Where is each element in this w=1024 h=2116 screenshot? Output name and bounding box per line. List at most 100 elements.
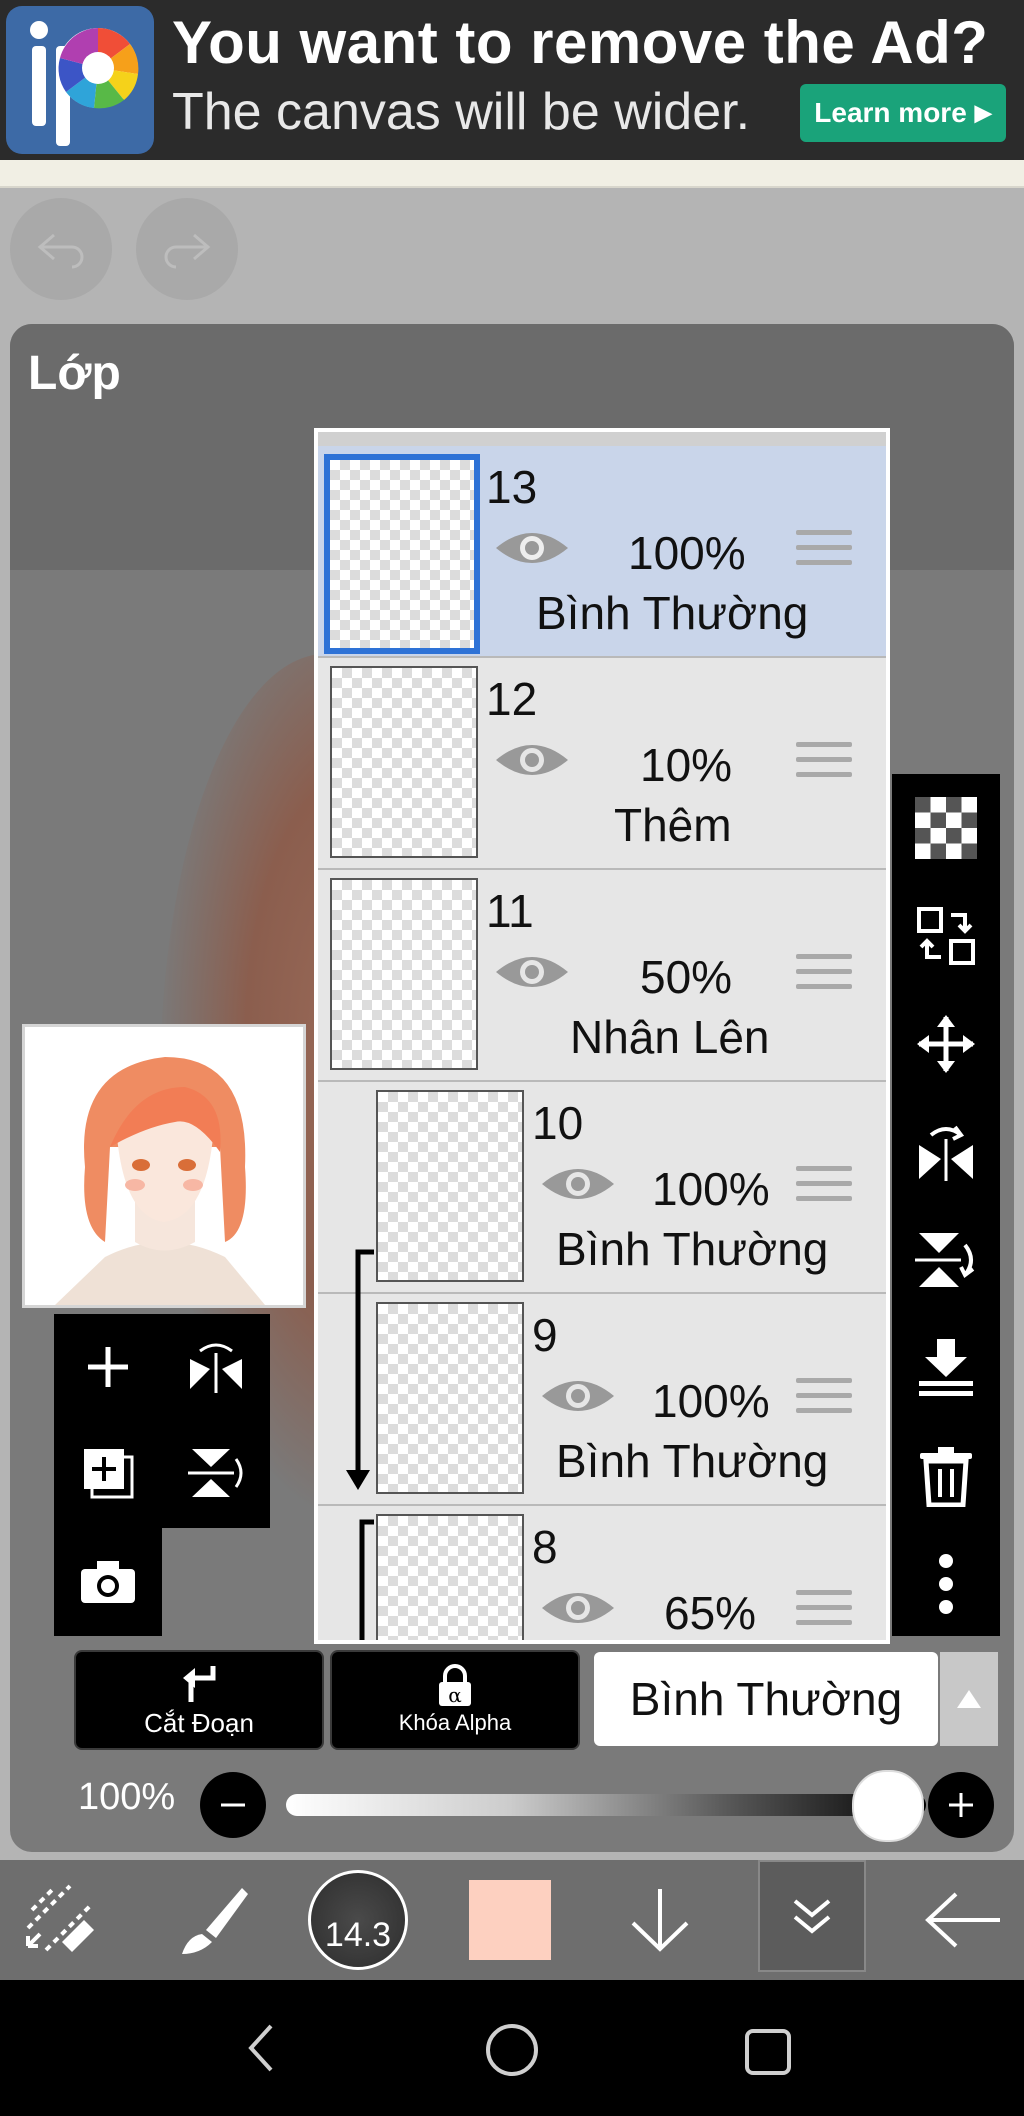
nav-recents-button[interactable] <box>736 2020 800 2084</box>
blend-mode-dropdown[interactable] <box>940 1652 998 1746</box>
layer-blend-mode: Bình Thường <box>556 1435 829 1487</box>
layer-row-10[interactable]: 10 100% Bình Thường <box>318 1082 886 1294</box>
import-photo-button[interactable] <box>54 1528 162 1636</box>
ad-subline: The canvas will be wider. <box>172 83 751 141</box>
clipping-button[interactable]: Cắt Đoạn <box>74 1650 324 1750</box>
eye-icon[interactable] <box>540 1374 616 1418</box>
drag-handle-icon[interactable] <box>796 530 852 575</box>
layer-opacity: 100% <box>652 1163 770 1215</box>
layer-thumbnail <box>330 878 478 1070</box>
flip-vertical-button[interactable] <box>162 1420 270 1526</box>
right-toolbar <box>892 774 1000 1636</box>
clip-icon <box>183 1665 216 1702</box>
layer-blend-mode: Thêm <box>614 799 732 851</box>
color-button[interactable] <box>448 1860 572 1980</box>
eye-icon[interactable] <box>540 1162 616 1206</box>
current-color-swatch <box>469 1880 551 1960</box>
brush-tool-button[interactable] <box>150 1860 274 1980</box>
layer-row-13[interactable]: 13 100% Bình Thường <box>318 446 886 658</box>
move-button[interactable] <box>892 990 1000 1098</box>
ad-banner[interactable]: You want to remove the Ad? The canvas wi… <box>0 0 1024 160</box>
layer-row-8[interactable]: 8 65% <box>318 1506 886 1640</box>
trash-icon <box>920 1447 972 1507</box>
drag-handle-icon[interactable] <box>796 742 852 787</box>
flip-horizontal-icon <box>190 1343 242 1393</box>
drag-handle-icon[interactable] <box>796 954 852 999</box>
merge-down-button[interactable] <box>892 1314 1000 1422</box>
layers-panel-button[interactable] <box>758 1860 866 1972</box>
lock-icon: α <box>439 1664 471 1707</box>
brush-size-value: 14.3 <box>324 1916 392 1954</box>
drag-handle-icon[interactable] <box>796 1166 852 1211</box>
select-transform-icon <box>26 1884 94 1952</box>
selection-tool-button[interactable] <box>0 1860 124 1980</box>
opacity-decrease-button[interactable] <box>200 1772 266 1838</box>
ad-divider <box>0 160 1024 188</box>
flip-horizontal-layer-button[interactable] <box>892 1098 1000 1206</box>
brush-size-indicator: 14.3 <box>308 1870 408 1970</box>
undo-icon <box>37 233 84 269</box>
layer-opacity-value: 100% <box>78 1776 176 1818</box>
arrow-left-icon <box>925 1892 1000 1948</box>
layer-thumbnail <box>330 666 478 858</box>
duplicate-layer-button[interactable] <box>54 1420 162 1526</box>
duplicate-layer-icon <box>84 1449 134 1499</box>
arrow-down-icon <box>631 1889 689 1952</box>
drag-handle-icon[interactable] <box>796 1590 852 1635</box>
plus-icon <box>949 1793 973 1817</box>
add-layer-button[interactable] <box>54 1314 162 1420</box>
opacity-slider[interactable] <box>286 1794 926 1816</box>
alpha-lock-label: Khóa Alpha <box>398 1710 512 1735</box>
layer-down-button[interactable] <box>598 1860 722 1980</box>
eye-icon[interactable] <box>494 738 570 782</box>
learn-more-label: Learn more <box>814 97 967 128</box>
drag-handle-icon[interactable] <box>796 1378 852 1423</box>
layer-number: 13 <box>486 461 538 513</box>
eye-icon[interactable] <box>494 950 570 994</box>
transform-button[interactable] <box>892 882 1000 990</box>
layer-row-9[interactable]: 9 100% Bình Thường <box>318 1294 886 1506</box>
layer-row-11[interactable]: 11 50% Nhân Lên <box>318 870 886 1082</box>
merge-down-icon <box>919 1339 973 1396</box>
opacity-increase-button[interactable] <box>928 1772 994 1838</box>
transparency-button[interactable] <box>892 774 1000 882</box>
add-layer-icon <box>88 1347 128 1387</box>
system-nav-bar <box>0 1980 1024 2116</box>
more-options-button[interactable] <box>892 1530 1000 1638</box>
back-button[interactable] <box>900 1860 1024 1980</box>
play-arrow-icon: ▶ <box>974 100 992 125</box>
opacity-slider-knob[interactable] <box>852 1770 924 1842</box>
move-icon <box>917 1015 975 1073</box>
layer-number: 8 <box>532 1521 558 1573</box>
layer-row-12[interactable]: 12 10% Thêm <box>318 658 886 870</box>
canvas-preview[interactable] <box>22 1024 306 1308</box>
nav-home-icon <box>486 2024 538 2076</box>
layer-opacity: 50% <box>640 951 733 1003</box>
rotate-flip-icon <box>919 1125 973 1181</box>
layer-number: 11 <box>486 885 534 937</box>
nav-home-button[interactable] <box>480 2018 544 2082</box>
learn-more-button[interactable]: Learn more ▶ <box>800 84 1006 142</box>
layer-number: 9 <box>532 1309 558 1361</box>
eye-icon[interactable] <box>494 526 570 570</box>
camera-icon <box>81 1561 135 1603</box>
left-layer-tools <box>54 1314 270 1528</box>
nav-back-icon <box>248 2024 273 2072</box>
left-layer-tools-2 <box>54 1528 162 1636</box>
brush-size-button[interactable]: 14.3 <box>302 1860 414 1980</box>
flip-horizontal-button[interactable] <box>162 1314 270 1420</box>
layer-number: 10 <box>532 1097 584 1149</box>
undo-button[interactable] <box>10 198 112 300</box>
redo-button[interactable] <box>136 198 238 300</box>
layer-list[interactable]: 13 100% Bình Thường 12 10% Thêm 11 50% N… <box>314 428 890 1644</box>
more-icon <box>939 1554 953 1614</box>
panel-title: Lớp <box>28 347 121 400</box>
flip-vertical-layer-button[interactable] <box>892 1206 1000 1314</box>
blend-mode-select[interactable]: Bình Thường <box>594 1652 938 1746</box>
eye-icon[interactable] <box>540 1586 616 1630</box>
layer-thumbnail <box>376 1090 524 1282</box>
alpha-lock-button[interactable]: α Khóa Alpha <box>330 1650 580 1750</box>
delete-layer-button[interactable] <box>892 1422 1000 1530</box>
nav-back-button[interactable] <box>228 2016 292 2080</box>
clipping-label: Cắt Đoạn <box>144 1707 254 1738</box>
